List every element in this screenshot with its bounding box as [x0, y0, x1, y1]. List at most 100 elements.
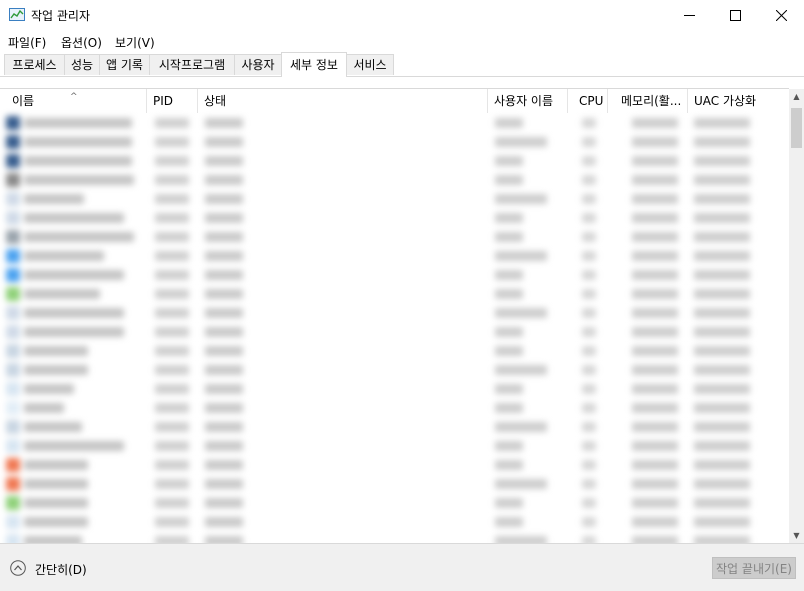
menu-options[interactable]: 옵션(O) [61, 34, 102, 51]
table-row[interactable] [0, 475, 789, 494]
table-row[interactable] [0, 209, 789, 228]
table-cell [694, 118, 750, 128]
table-cell [582, 403, 596, 413]
end-task-button[interactable]: 작업 끝내기(E) [712, 557, 796, 579]
table-cell [495, 289, 523, 299]
details-table: 이름 ^ PID 상태 사용자 이름 CPU 메모리(활... UAC 가상화 [0, 88, 789, 544]
table-row[interactable] [0, 133, 789, 152]
table-cell [24, 175, 134, 185]
tab-services[interactable]: 서비스 [346, 54, 394, 75]
table-row[interactable] [0, 418, 789, 437]
table-row[interactable] [0, 228, 789, 247]
table-cell [632, 403, 678, 413]
table-row[interactable] [0, 323, 789, 342]
table-row[interactable] [0, 342, 789, 361]
table-row[interactable] [0, 266, 789, 285]
table-cell [694, 270, 750, 280]
table-cell [632, 232, 678, 242]
table-cell [155, 175, 189, 185]
table-cell [24, 270, 124, 280]
tab-app-history[interactable]: 앱 기록 [99, 54, 150, 75]
table-row[interactable] [0, 304, 789, 323]
table-cell [205, 289, 243, 299]
vertical-scrollbar[interactable]: ▲ ▼ [789, 89, 804, 543]
table-cell [694, 346, 750, 356]
chevron-up-icon[interactable] [10, 560, 26, 576]
table-row[interactable] [0, 513, 789, 532]
table-cell [155, 327, 189, 337]
table-cell [155, 118, 189, 128]
table-cell [24, 308, 124, 318]
table-cell [205, 460, 243, 470]
minimize-button[interactable] [666, 0, 712, 30]
column-header-uac[interactable]: UAC 가상화 [688, 89, 789, 113]
scroll-down-icon[interactable]: ▼ [789, 528, 804, 543]
tab-startup[interactable]: 시작프로그램 [149, 54, 235, 75]
menu-view[interactable]: 보기(V) [115, 34, 155, 51]
table-cell [155, 384, 189, 394]
menu-file[interactable]: 파일(F) [8, 34, 46, 51]
tab-details[interactable]: 세부 정보 [281, 52, 347, 77]
table-cell [495, 118, 523, 128]
process-icon [6, 287, 20, 301]
scroll-thumb[interactable] [791, 108, 802, 148]
table-row[interactable] [0, 247, 789, 266]
column-header-status[interactable]: 상태 [198, 89, 488, 113]
table-cell [632, 327, 678, 337]
column-header-pid[interactable]: PID [147, 89, 198, 113]
table-cell [205, 498, 243, 508]
close-button[interactable] [758, 0, 804, 30]
table-cell [582, 422, 596, 432]
table-row[interactable] [0, 437, 789, 456]
table-cell [24, 137, 132, 147]
maximize-icon [729, 9, 741, 21]
table-cell [582, 156, 596, 166]
table-cell [582, 289, 596, 299]
table-row[interactable] [0, 361, 789, 380]
process-icon [6, 325, 20, 339]
table-cell [155, 517, 189, 527]
table-cell [495, 384, 523, 394]
table-cell [155, 498, 189, 508]
table-cell [205, 251, 243, 261]
table-cell [495, 441, 523, 451]
table-cell [632, 137, 678, 147]
fewer-details-link[interactable]: 간단히(D) [35, 561, 87, 578]
column-header-name[interactable]: 이름 ^ [0, 89, 147, 113]
maximize-button[interactable] [712, 0, 758, 30]
table-cell [495, 194, 547, 204]
tab-processes[interactable]: 프로세스 [4, 54, 65, 75]
column-header-memory[interactable]: 메모리(활... [608, 89, 688, 113]
scroll-up-icon[interactable]: ▲ [789, 89, 804, 104]
table-row[interactable] [0, 190, 789, 209]
table-cell [582, 137, 596, 147]
table-cell [495, 365, 547, 375]
sort-up-icon: ^ [70, 92, 78, 102]
column-header-user[interactable]: 사용자 이름 [488, 89, 568, 113]
table-row[interactable] [0, 152, 789, 171]
table-cell [632, 441, 678, 451]
table-cell [632, 479, 678, 489]
table-cell [205, 365, 243, 375]
table-cell [495, 479, 547, 489]
table-cell [632, 175, 678, 185]
table-row[interactable] [0, 171, 789, 190]
table-row[interactable] [0, 399, 789, 418]
table-cell [694, 441, 750, 451]
tab-performance[interactable]: 성능 [64, 54, 100, 75]
table-cell [582, 270, 596, 280]
table-cell [582, 194, 596, 204]
window-title: 작업 관리자 [31, 9, 91, 23]
table-row[interactable] [0, 456, 789, 475]
table-cell [495, 346, 523, 356]
table-row[interactable] [0, 494, 789, 513]
column-header-cpu[interactable]: CPU [568, 89, 608, 113]
table-cell [205, 327, 243, 337]
table-cell [694, 422, 750, 432]
table-row[interactable] [0, 285, 789, 304]
table-row[interactable] [0, 380, 789, 399]
process-icon [6, 268, 20, 282]
table-cell [632, 517, 678, 527]
table-row[interactable] [0, 114, 789, 133]
tab-users[interactable]: 사용자 [234, 54, 282, 75]
